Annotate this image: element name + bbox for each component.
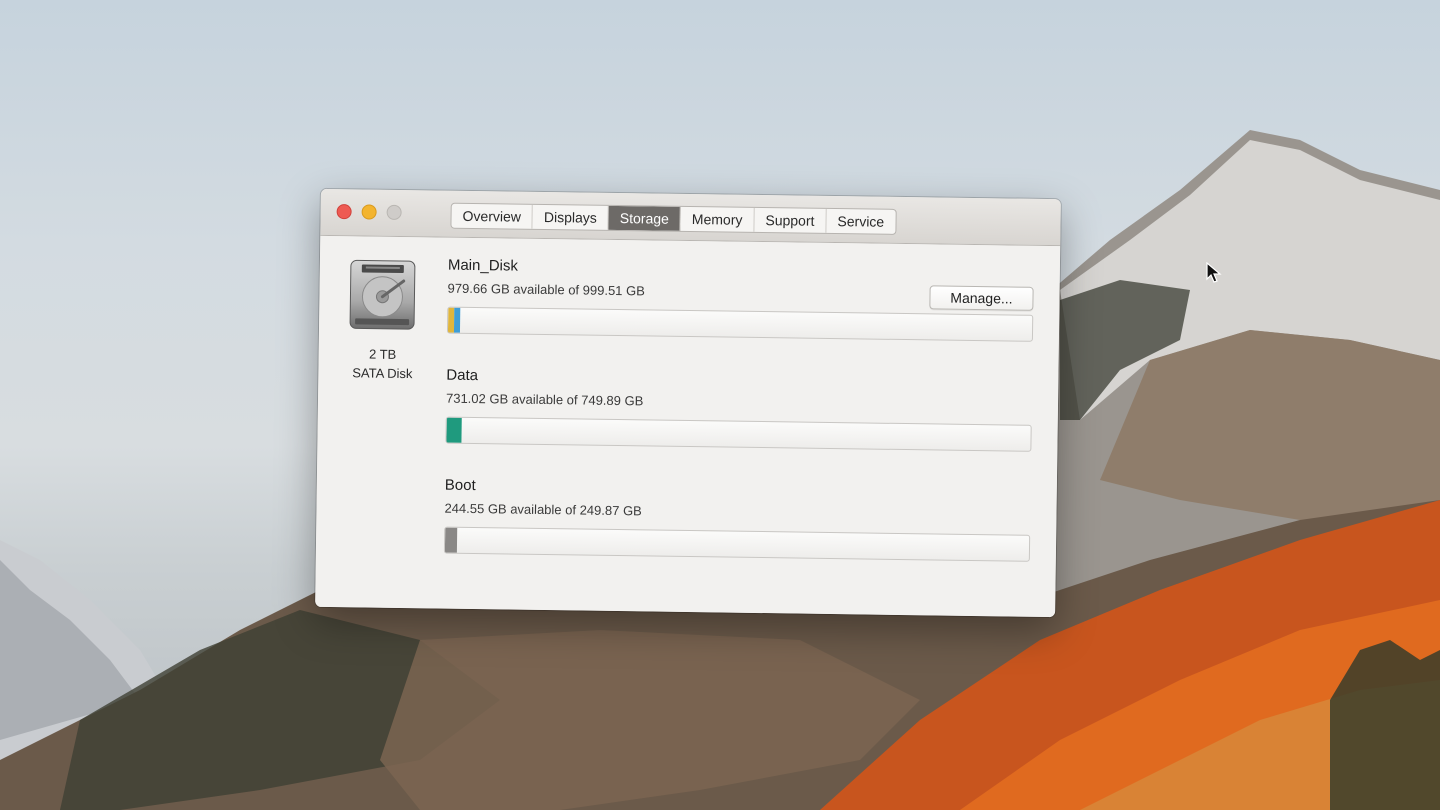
tab-overview[interactable]: Overview [451, 203, 534, 229]
storage-usage-bar [445, 416, 1032, 452]
mouse-pointer-icon [1206, 261, 1222, 284]
disk-capacity: 2 TB [368, 346, 397, 362]
volume-availability: 244.55 GB available of 249.87 GB [444, 500, 642, 519]
storage-usage-fill [453, 307, 461, 333]
hard-disk-icon [347, 258, 418, 333]
close-button[interactable] [336, 204, 352, 220]
zoom-button[interactable] [386, 204, 402, 220]
storage-usage-bar [443, 526, 1031, 562]
tab-support[interactable]: Support [754, 207, 827, 233]
storage-usage-fill [446, 417, 462, 443]
tab-displays[interactable]: Displays [532, 204, 610, 230]
storage-usage-fill [444, 527, 458, 553]
tab-memory[interactable]: Memory [680, 206, 755, 232]
tab-bar: Overview Displays Storage Memory Support… [450, 202, 897, 235]
volume-boot: Boot 244.55 GB available of 249.87 GB [443, 476, 1031, 562]
storage-usage-bar [446, 306, 1034, 342]
manage-button[interactable]: Manage... [929, 285, 1034, 311]
minimize-button[interactable] [361, 204, 377, 220]
disk-type: SATA Disk [352, 365, 413, 382]
about-this-mac-window: Overview Displays Storage Memory Support… [315, 188, 1061, 618]
storage-panel: 2 TB SATA Disk Main_Disk 979.66 GB avail… [315, 235, 1061, 618]
tab-service[interactable]: Service [826, 209, 895, 234]
tab-storage[interactable]: Storage [608, 205, 682, 231]
volume-data: Data 731.02 GB available of 749.89 GB [445, 366, 1032, 452]
disk-description: 2 TB SATA Disk [332, 344, 433, 383]
volume-availability: 731.02 GB available of 749.89 GB [445, 390, 644, 409]
